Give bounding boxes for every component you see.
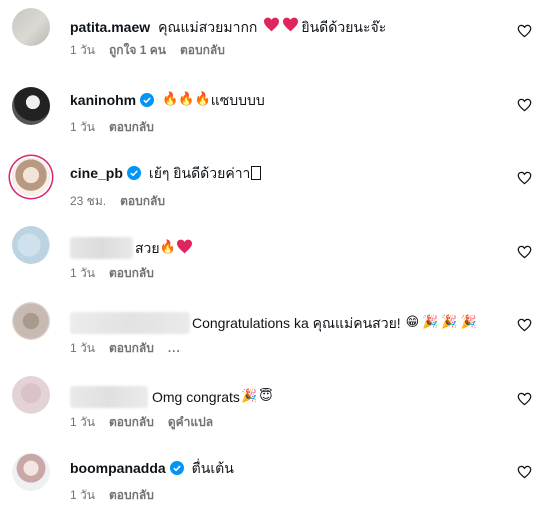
- reply-button[interactable]: ตอบกลับ: [109, 265, 154, 281]
- comment-meta: 1 วัน ตอบกลับ ...: [70, 340, 195, 356]
- fire-emoji: 🔥: [178, 92, 195, 107]
- timestamp[interactable]: 1 วัน: [70, 340, 95, 356]
- like-heart-icon[interactable]: [517, 171, 532, 185]
- comment-text: เย้ๆ ยินดีด้วยค่าา: [148, 165, 251, 181]
- avatar[interactable]: [12, 453, 50, 491]
- party-popper-emoji: 🎉: [441, 315, 458, 330]
- avatar[interactable]: [12, 302, 50, 340]
- verified-badge-icon: [140, 93, 155, 107]
- translate-button[interactable]: ดูคำแปล: [168, 414, 213, 430]
- avatar[interactable]: [12, 226, 50, 264]
- grin-emoji: 😁: [405, 315, 420, 330]
- like-heart-icon[interactable]: [517, 245, 532, 259]
- heart-emoji: [176, 239, 193, 258]
- username[interactable]: boompanadda: [70, 459, 166, 477]
- comment-text-line: สวย 🔥: [70, 237, 193, 259]
- timestamp[interactable]: 1 วัน: [70, 42, 95, 58]
- avatar[interactable]: [12, 376, 50, 414]
- reply-button[interactable]: ตอบกลับ: [109, 414, 154, 430]
- comment-text: คุณแม่สวยมากก: [158, 18, 258, 35]
- blurred-username[interactable]: [70, 386, 148, 408]
- reply-button[interactable]: ตอบกลับ: [120, 193, 165, 209]
- comment-text-after: แซบบบบ: [210, 92, 265, 108]
- timestamp[interactable]: 1 วัน: [70, 119, 95, 135]
- timestamp[interactable]: 1 วัน: [70, 487, 95, 503]
- like-heart-icon[interactable]: [517, 24, 532, 38]
- comment-text-line: Congratulations ka คุณแม่คนสวย! 😁 🎉 🎉 🎉: [70, 312, 477, 334]
- comment-meta: 1 วัน ตอบกลับ: [70, 265, 168, 281]
- halo-emoji: 😇: [259, 389, 273, 404]
- timestamp[interactable]: 1 วัน: [70, 414, 95, 430]
- reply-button[interactable]: ตอบกลับ: [109, 487, 154, 503]
- verified-badge-icon: [126, 166, 141, 180]
- missing-glyph-icon: [251, 166, 262, 180]
- comment-text-after: ยินดีด้วยนะจ๊ะ: [301, 18, 387, 35]
- comment-text: Congratulations ka คุณแม่คนสวย!: [192, 315, 401, 331]
- fire-emoji: 🔥: [159, 240, 176, 255]
- fire-emoji: 🔥: [162, 92, 179, 107]
- party-popper-emoji: 🎉: [240, 389, 258, 404]
- comment-text-line: kaninohm 🔥 🔥 🔥 แซบบบบ: [70, 91, 265, 109]
- username[interactable]: kaninohm: [70, 91, 136, 109]
- comment-text: สวย: [135, 240, 160, 256]
- reply-button[interactable]: ตอบกลับ: [180, 42, 225, 58]
- avatar[interactable]: [12, 87, 50, 125]
- comment-text: ตื่นเต้น: [191, 460, 234, 476]
- more-horizontal-icon[interactable]: ...: [168, 340, 181, 356]
- comment-text-line: patita.maew คุณแม่สวยมากก ยินดีด้วยนะจ๊ะ: [70, 17, 386, 36]
- comment-meta: 1 วัน ถูกใจ 1 คน ตอบกลับ: [70, 42, 239, 58]
- fire-emoji: 🔥: [194, 92, 211, 107]
- avatar[interactable]: [12, 158, 50, 196]
- avatar[interactable]: [12, 8, 50, 46]
- reply-button[interactable]: ตอบกลับ: [109, 340, 154, 356]
- comment-meta: 1 วัน ตอบกลับ: [70, 119, 168, 135]
- comment-meta: 23 ชม. ตอบกลับ: [70, 193, 179, 209]
- comment-text-line: Omg congrats 🎉 😇: [70, 386, 273, 408]
- like-heart-icon[interactable]: [517, 98, 532, 112]
- party-popper-emoji: 🎉: [460, 315, 477, 330]
- comment-text-line: boompanadda ตื่นเต้น: [70, 459, 234, 477]
- comment-meta: 1 วัน ตอบกลับ ดูคำแปล: [70, 414, 227, 430]
- comment-text: Omg congrats: [152, 389, 240, 405]
- like-heart-icon[interactable]: [517, 392, 532, 406]
- username[interactable]: cine_pb: [70, 164, 123, 182]
- username[interactable]: patita.maew: [70, 18, 150, 36]
- comment-text-line: cine_pb เย้ๆ ยินดีด้วยค่าา: [70, 164, 262, 182]
- heart-emoji: [282, 17, 299, 36]
- verified-badge-icon: [169, 461, 184, 475]
- reply-button[interactable]: ตอบกลับ: [109, 119, 154, 135]
- timestamp[interactable]: 23 ชม.: [70, 193, 106, 209]
- like-heart-icon[interactable]: [517, 318, 532, 332]
- timestamp[interactable]: 1 วัน: [70, 265, 95, 281]
- party-popper-emoji: 🎉: [422, 315, 439, 330]
- like-heart-icon[interactable]: [517, 465, 532, 479]
- blurred-username[interactable]: [70, 237, 133, 259]
- comment-meta: 1 วัน ตอบกลับ: [70, 487, 168, 503]
- blurred-username[interactable]: [70, 312, 190, 334]
- likes-count[interactable]: ถูกใจ 1 คน: [109, 42, 166, 58]
- heart-emoji: [263, 17, 280, 36]
